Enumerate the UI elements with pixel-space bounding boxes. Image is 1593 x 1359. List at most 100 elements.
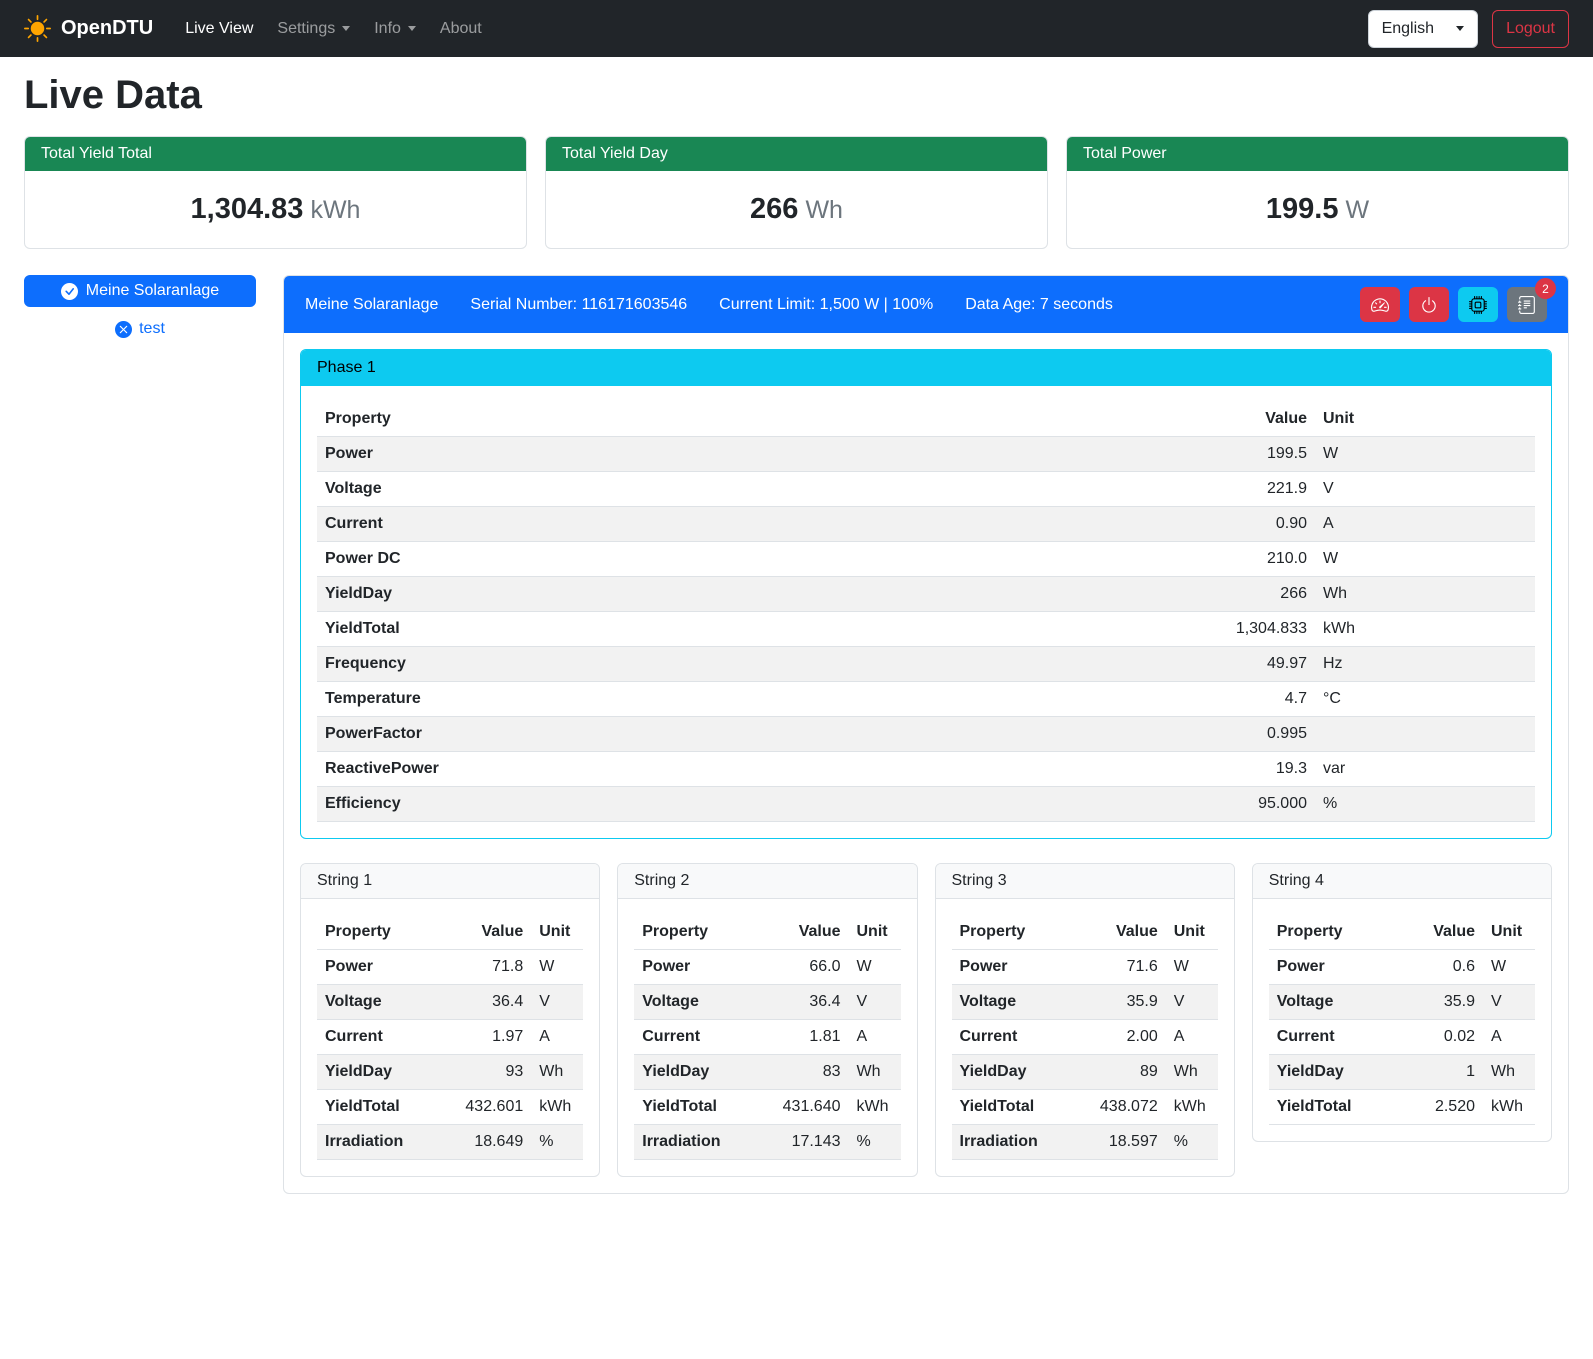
nav-settings[interactable]: Settings <box>265 12 362 46</box>
property-cell: Voltage <box>1269 985 1400 1020</box>
value-cell: 36.4 <box>754 985 848 1020</box>
inverter-sidebar: Meine Solaranlage test <box>24 275 256 338</box>
table-row: Power DC210.0W <box>317 542 1535 577</box>
column-header-unit: Unit <box>1166 915 1218 950</box>
inverter-panel: Meine Solaranlage Serial Number: 1161716… <box>283 275 1569 1194</box>
value-cell: 1.81 <box>754 1020 848 1055</box>
property-cell: Current <box>634 1020 754 1055</box>
property-cell: Irradiation <box>952 1125 1072 1160</box>
table-row: Current1.97A <box>317 1020 583 1055</box>
table-row: Current1.81A <box>634 1020 900 1055</box>
property-cell: YieldTotal <box>317 1090 437 1125</box>
column-header-unit: Unit <box>849 915 901 950</box>
property-cell: Power DC <box>317 542 914 577</box>
value-cell: 71.8 <box>437 950 531 985</box>
table-row: Irradiation17.143% <box>634 1125 900 1160</box>
card-header: Total Yield Day <box>546 137 1047 171</box>
value-cell: 431.640 <box>754 1090 848 1125</box>
property-cell: PowerFactor <box>317 717 914 752</box>
card-header: Total Yield Total <box>25 137 526 171</box>
unit-cell: Wh <box>1166 1055 1218 1090</box>
column-header-property: Property <box>1269 915 1400 950</box>
nav-about[interactable]: About <box>428 12 494 46</box>
language-select[interactable]: English <box>1368 10 1478 48</box>
unit-cell: V <box>1166 985 1218 1020</box>
string-1-card: String 1 Property Value Unit <box>300 863 600 1177</box>
power-button[interactable] <box>1409 287 1449 322</box>
inverter-button-label: Meine Solaranlage <box>86 282 219 300</box>
string-card-header: String 2 <box>618 864 916 899</box>
inverter-button-meine-solaranlage[interactable]: Meine Solaranlage <box>24 275 256 307</box>
unit-cell: % <box>849 1125 901 1160</box>
nav-info[interactable]: Info <box>362 12 428 46</box>
value-cell: 0.02 <box>1400 1020 1483 1055</box>
value-cell: 18.649 <box>437 1125 531 1160</box>
table-header-row: Property Value Unit <box>317 915 583 950</box>
table-row: PowerFactor0.995 <box>317 717 1535 752</box>
table-header-row: Property Value Unit <box>317 402 1535 437</box>
table-row: Voltage221.9V <box>317 472 1535 507</box>
value-cell: 66.0 <box>754 950 848 985</box>
property-cell: Voltage <box>317 472 914 507</box>
logout-button[interactable]: Logout <box>1492 10 1569 48</box>
total-power-value: 199.5 <box>1266 193 1339 225</box>
unit-cell: kWh <box>531 1090 583 1125</box>
table-row: ReactivePower19.3var <box>317 752 1535 787</box>
unit-cell: W <box>531 950 583 985</box>
limit-settings-button[interactable] <box>1360 287 1400 322</box>
inverter-link-test[interactable]: test <box>24 320 256 338</box>
main-container: Live Data Total Yield Total 1,304.83kWh … <box>0 73 1593 1218</box>
value-cell: 210.0 <box>914 542 1315 577</box>
property-cell: Frequency <box>317 647 914 682</box>
property-cell: Power <box>1269 950 1400 985</box>
nav-settings-label: Settings <box>277 20 335 38</box>
unit-cell: kWh <box>1315 612 1535 647</box>
column-header-value: Value <box>1072 915 1166 950</box>
unit-cell: A <box>1166 1020 1218 1055</box>
value-cell: 2.520 <box>1400 1090 1483 1125</box>
inverter-panel-body: Phase 1 Property Value Unit Power199.5WV… <box>284 333 1568 1193</box>
total-yield-total-value: 1,304.83 <box>191 193 304 225</box>
string-card-header: String 3 <box>936 864 1234 899</box>
inverter-actions: 2 <box>1360 287 1547 322</box>
nav-live-view[interactable]: Live View <box>173 12 265 46</box>
unit-cell: A <box>531 1020 583 1055</box>
event-log-button[interactable]: 2 <box>1507 287 1547 322</box>
table-row: YieldTotal431.640kWh <box>634 1090 900 1125</box>
column-header-property: Property <box>952 915 1072 950</box>
string-4-card: String 4 Property Value Unit <box>1252 863 1552 1142</box>
brand-link[interactable]: OpenDTU <box>24 15 153 42</box>
property-cell: Current <box>952 1020 1072 1055</box>
table-row: Power66.0W <box>634 950 900 985</box>
unit-cell: °C <box>1315 682 1535 717</box>
unit-cell: V <box>531 985 583 1020</box>
brand-label: OpenDTU <box>61 17 153 40</box>
property-cell: Current <box>317 507 914 542</box>
value-cell: 2.00 <box>1072 1020 1166 1055</box>
property-cell: Current <box>1269 1020 1400 1055</box>
column-header-property: Property <box>317 915 437 950</box>
column-header-value: Value <box>437 915 531 950</box>
navbar-right: English Logout <box>1368 10 1569 48</box>
table-row: Irradiation18.597% <box>952 1125 1218 1160</box>
unit-cell: Wh <box>531 1055 583 1090</box>
value-cell: 36.4 <box>437 985 531 1020</box>
string-1-table: Property Value Unit Power71.8WVoltage36.… <box>317 915 583 1160</box>
string-card-body: Property Value Unit Power66.0WVoltage36.… <box>618 899 916 1176</box>
property-cell: Irradiation <box>634 1125 754 1160</box>
property-cell: YieldTotal <box>1269 1090 1400 1125</box>
string-card-body: Property Value Unit Power0.6WVoltage35.9… <box>1253 899 1551 1141</box>
string-2-table: Property Value Unit Power66.0WVoltage36.… <box>634 915 900 1160</box>
total-yield-day-value: 266 <box>750 193 798 225</box>
speedometer-icon <box>1371 296 1389 314</box>
table-row: Voltage35.9V <box>1269 985 1535 1020</box>
device-info-button[interactable] <box>1458 287 1498 322</box>
string-card-body: Property Value Unit Power71.8WVoltage36.… <box>301 899 599 1176</box>
value-cell: 19.3 <box>914 752 1315 787</box>
value-cell: 221.9 <box>914 472 1315 507</box>
unit-cell: W <box>1166 950 1218 985</box>
column-header-unit: Unit <box>1483 915 1535 950</box>
nav-live-view-label: Live View <box>185 20 253 38</box>
unit-cell: W <box>849 950 901 985</box>
string-2-card: String 2 Property Value Unit <box>617 863 917 1177</box>
